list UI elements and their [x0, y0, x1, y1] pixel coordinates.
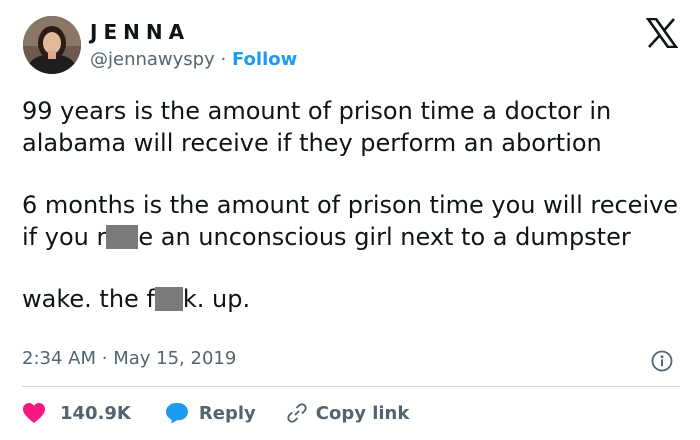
tweet-date: May 15, 2019	[113, 348, 237, 369]
handle-separator: ·	[220, 49, 227, 70]
action-bar: 140.9K Reply Copy link	[22, 400, 409, 426]
redaction-block	[154, 287, 183, 311]
tweet-paragraph-2-end: e an unconscious girl next to a dumpster	[138, 223, 631, 251]
like-button[interactable]: 140.9K	[22, 402, 131, 424]
avatar[interactable]	[23, 16, 81, 74]
like-count: 140.9K	[60, 402, 131, 424]
author-handle[interactable]: @jennawyspy	[90, 49, 215, 70]
info-icon[interactable]	[651, 350, 673, 372]
tweet-paragraph-2: 6 months is the amount of prison time yo…	[22, 189, 682, 253]
tweet-text: 99 years is the amount of prison time a …	[22, 95, 682, 315]
tweet-timestamp[interactable]: 2:34 AM · May 15, 2019	[22, 348, 236, 369]
chat-bubble-icon	[165, 403, 188, 424]
redaction-block	[106, 225, 139, 249]
author-handle-row: @jennawyspy · Follow	[90, 49, 297, 70]
heart-icon	[23, 403, 45, 423]
avatar-photo	[23, 16, 81, 74]
tweet-paragraph-1: 99 years is the amount of prison time a …	[22, 97, 612, 157]
link-icon	[287, 403, 307, 423]
follow-button[interactable]: Follow	[232, 49, 297, 70]
tweet-paragraph-3-end: k. up.	[182, 285, 251, 313]
x-logo-icon[interactable]	[646, 18, 678, 48]
timestamp-separator: ·	[101, 348, 108, 369]
author-name[interactable]: JENNA	[90, 20, 190, 44]
divider	[22, 386, 680, 387]
copy-link-label: Copy link	[315, 402, 410, 424]
tweet-paragraph-3: wake. the f k. up.	[22, 283, 682, 315]
tweet-paragraph-3-start: wake. the f	[22, 285, 155, 313]
reply-label: Reply	[198, 402, 256, 424]
tweet-time: 2:34 AM	[22, 348, 96, 369]
reply-button[interactable]: Reply	[165, 402, 256, 424]
copy-link-button[interactable]: Copy link	[286, 402, 410, 424]
